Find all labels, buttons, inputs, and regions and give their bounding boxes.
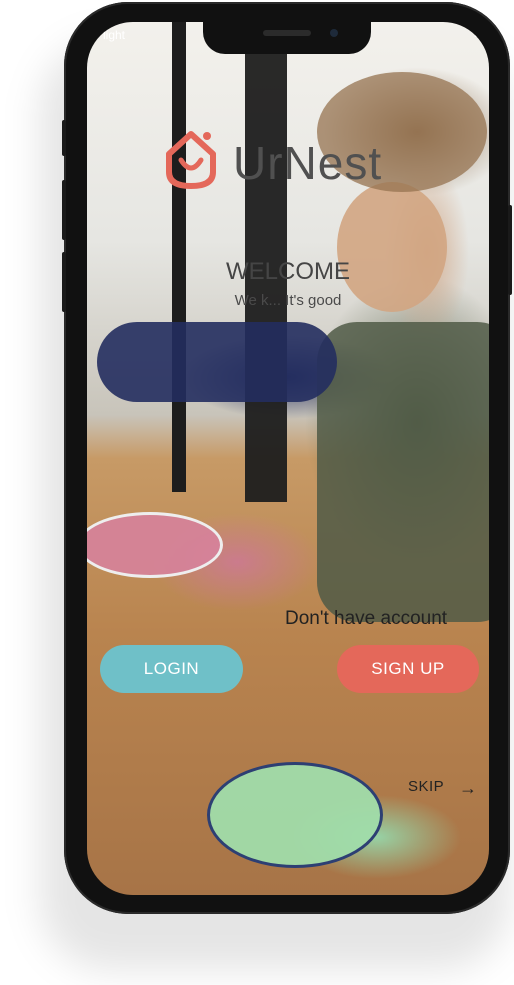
- camera: [330, 29, 338, 37]
- background-person-torso: [317, 322, 489, 622]
- login-button[interactable]: LOGIN: [100, 645, 243, 693]
- status-left-text: light: [103, 28, 126, 42]
- speaker: [263, 30, 311, 36]
- welcome-subtitle: We k... It's good: [234, 292, 342, 309]
- arrow-right-icon[interactable]: →: [459, 778, 477, 799]
- skip-link[interactable]: SKIP: [408, 778, 444, 795]
- signup-button[interactable]: SIGN UP: [337, 645, 479, 693]
- background-plate: [207, 762, 383, 868]
- welcome-title: WELCOME: [225, 258, 350, 285]
- background-plate: [87, 512, 223, 578]
- house-icon: [166, 131, 216, 189]
- app-logo: UrNest: [163, 128, 423, 200]
- logo-text: UrNest: [233, 137, 383, 189]
- status-right-text: 4: [474, 28, 481, 42]
- background-window-frame: [172, 22, 186, 492]
- phone-notch: [203, 22, 371, 54]
- side-button: [62, 180, 66, 240]
- app-screen: light 4 UrNest WELCOME We k... It's good…: [87, 22, 489, 895]
- side-button: [508, 205, 512, 295]
- background-person-arm: [97, 322, 337, 402]
- side-button: [62, 120, 66, 156]
- side-button: [62, 252, 66, 312]
- no-account-text: Don't have account: [285, 608, 448, 629]
